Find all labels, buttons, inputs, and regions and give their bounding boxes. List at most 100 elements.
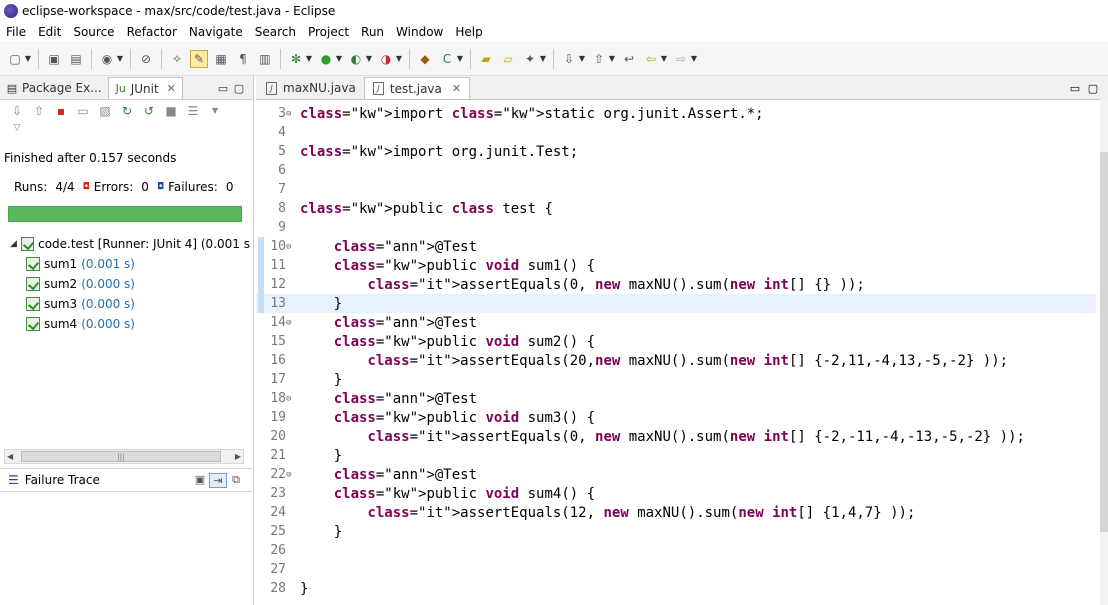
compare-icon[interactable]: ▣ <box>191 473 209 488</box>
code-line[interactable]: 21 } <box>256 446 1096 465</box>
code-line[interactable]: 4 <box>256 123 1096 142</box>
external-tools-icon[interactable]: ◑ <box>377 50 395 68</box>
next-annotation-dropdown-icon[interactable]: ▼ <box>578 50 586 68</box>
menu-search[interactable]: Search <box>249 25 302 39</box>
rerun-failed-icon[interactable]: ↺ <box>140 103 158 119</box>
code-line[interactable]: 25 } <box>256 522 1096 541</box>
code-line[interactable]: 7 <box>256 180 1096 199</box>
debug-icon[interactable]: ✻ <box>287 50 305 68</box>
forward-dropdown-icon[interactable]: ▼ <box>690 50 698 68</box>
code-line[interactable]: 18 ⊖ class="ann">@Test <box>256 389 1096 408</box>
tab-junit[interactable]: Ju JUnit ✕ <box>107 77 183 99</box>
open-type-icon[interactable]: ✧ <box>168 50 186 68</box>
code-line[interactable]: 5 class="kw">import org.junit.Test; <box>256 142 1096 161</box>
close-icon[interactable]: ✕ <box>167 82 176 95</box>
stop-icon[interactable]: ■ <box>162 103 180 119</box>
scroll-right-icon[interactable]: ▶ <box>235 452 241 461</box>
scroll-left-icon[interactable]: ◀ <box>7 452 13 461</box>
menu-source[interactable]: Source <box>67 25 120 39</box>
open-task-icon[interactable]: ▱ <box>499 50 517 68</box>
fold-icon[interactable]: ⊖ <box>286 394 298 404</box>
tab-maxnu-java[interactable]: J maxNU.java <box>258 77 364 99</box>
code-area[interactable]: 3 ⊖ class="kw">import class="kw">static or… <box>256 104 1096 605</box>
menu-file[interactable]: File <box>0 25 32 39</box>
horizontal-scrollbar[interactable]: ◀ ||| ▶ <box>4 449 244 464</box>
skip-breakpoints-icon[interactable]: ⊘ <box>137 50 155 68</box>
coverage-dropdown-icon[interactable]: ▼ <box>365 50 373 68</box>
prev-annotation-dropdown-icon[interactable]: ▼ <box>608 50 616 68</box>
new-dropdown-icon[interactable]: ▼ <box>24 50 32 68</box>
view-menu-icon[interactable]: ▽ <box>8 120 26 136</box>
debug-dropdown-icon[interactable]: ▼ <box>305 50 313 68</box>
code-line[interactable]: 10 ⊖ class="ann">@Test <box>256 237 1096 256</box>
new-package-icon[interactable]: ◆ <box>416 50 434 68</box>
menu-help[interactable]: Help <box>449 25 488 39</box>
tab-package-explorer[interactable]: ▤ Package Ex... <box>0 77 108 99</box>
last-edit-icon[interactable]: ↩ <box>620 50 638 68</box>
code-line[interactable]: 9 <box>256 218 1096 237</box>
code-line[interactable]: 16 class="it">assertEquals(20,new maxNU(… <box>256 351 1096 370</box>
search-tool-icon[interactable]: ✦ <box>521 50 539 68</box>
next-failure-icon[interactable]: ⇩ <box>8 103 26 119</box>
filter-stack-icon[interactable]: ⇥ <box>209 472 227 488</box>
fold-icon[interactable]: ⊖ <box>286 318 298 328</box>
code-line[interactable]: 22 ⊖ class="ann">@Test <box>256 465 1096 484</box>
menu-window[interactable]: Window <box>390 25 449 39</box>
code-line[interactable]: 19 class="kw">public void sum3() { <box>256 408 1096 427</box>
close-icon[interactable]: ✕ <box>452 82 461 95</box>
history-icon[interactable]: ☰ <box>184 103 202 119</box>
history-dropdown-icon[interactable]: ▼ <box>206 103 224 119</box>
fold-icon[interactable]: ⊖ <box>286 242 298 252</box>
code-line[interactable]: 26 <box>256 541 1096 560</box>
coverage-icon[interactable]: ◐ <box>347 50 365 68</box>
code-line[interactable]: 28} <box>256 579 1096 598</box>
tree-item[interactable]: sum1 (0.001 s) <box>0 254 250 274</box>
code-line[interactable]: 27 <box>256 560 1096 579</box>
menu-run[interactable]: Run <box>355 25 390 39</box>
tree-item[interactable]: sum4 (0.000 s) <box>0 314 250 334</box>
tree-root[interactable]: ◢ code.test [Runner: JUnit 4] (0.001 s <box>0 234 250 254</box>
code-line[interactable]: 15 class="kw">public void sum2() { <box>256 332 1096 351</box>
menu-navigate[interactable]: Navigate <box>183 25 249 39</box>
run-dropdown-icon[interactable]: ▼ <box>335 50 343 68</box>
code-line[interactable]: 11 class="kw">public void sum1() { <box>256 256 1096 275</box>
forward-icon[interactable]: ⇨ <box>672 50 690 68</box>
profile-dropdown-icon[interactable]: ▼ <box>116 50 124 68</box>
block-selection-icon[interactable]: ▦ <box>212 50 230 68</box>
maximize-icon[interactable]: ▢ <box>1084 82 1102 95</box>
show-whitespace-icon[interactable]: ¶ <box>234 50 252 68</box>
external-tools-dropdown-icon[interactable]: ▼ <box>395 50 403 68</box>
show-failures-only-icon[interactable]: ▪ <box>52 103 70 119</box>
minimize-icon[interactable]: ▭ <box>215 82 231 95</box>
code-line[interactable]: 23 class="kw">public void sum4() { <box>256 484 1096 503</box>
prev-annotation-icon[interactable]: ⇧ <box>590 50 608 68</box>
save-all-icon[interactable]: ▤ <box>67 50 85 68</box>
mark-occurrences-icon[interactable]: ▥ <box>256 50 274 68</box>
highlight-icon[interactable]: ✎ <box>190 49 208 68</box>
copy-trace-icon[interactable]: ⧉ <box>227 473 245 488</box>
code-line[interactable]: 6 <box>256 161 1096 180</box>
tree-item[interactable]: sum2 (0.000 s) <box>0 274 250 294</box>
code-line[interactable]: 3 ⊖ class="kw">import class="kw">static or… <box>256 104 1096 123</box>
tab-test-java[interactable]: J test.java ✕ <box>363 77 471 99</box>
new-class-icon[interactable]: C <box>438 50 456 68</box>
expand-arrow-icon[interactable]: ◢ <box>10 239 21 249</box>
code-line[interactable]: 14 ⊖ class="ann">@Test <box>256 313 1096 332</box>
profile-icon[interactable]: ◉ <box>98 50 116 68</box>
next-annotation-icon[interactable]: ⇩ <box>560 50 578 68</box>
code-line[interactable]: 20 class="it">assertEquals(0, new maxNU(… <box>256 427 1096 446</box>
run-icon[interactable]: ● <box>317 50 335 68</box>
open-folder-icon[interactable]: ▰ <box>477 50 495 68</box>
search-tool-dropdown-icon[interactable]: ▼ <box>539 50 547 68</box>
scroll-lock-icon[interactable]: ▭ <box>74 103 92 119</box>
menu-edit[interactable]: Edit <box>32 25 67 39</box>
new-class-dropdown-icon[interactable]: ▼ <box>456 50 464 68</box>
collapse-all-icon[interactable]: ▧ <box>96 103 114 119</box>
tree-item[interactable]: sum3 (0.000 s) <box>0 294 250 314</box>
code-line[interactable]: 13 } <box>256 294 1096 313</box>
code-line[interactable]: 8 class="kw">public class test { <box>256 199 1096 218</box>
fold-icon[interactable]: ⊖ <box>286 109 298 119</box>
maximize-icon[interactable]: ▢ <box>231 82 247 95</box>
vertical-scrollbar[interactable] <box>1100 98 1108 605</box>
minimize-icon[interactable]: ▭ <box>1066 82 1084 95</box>
